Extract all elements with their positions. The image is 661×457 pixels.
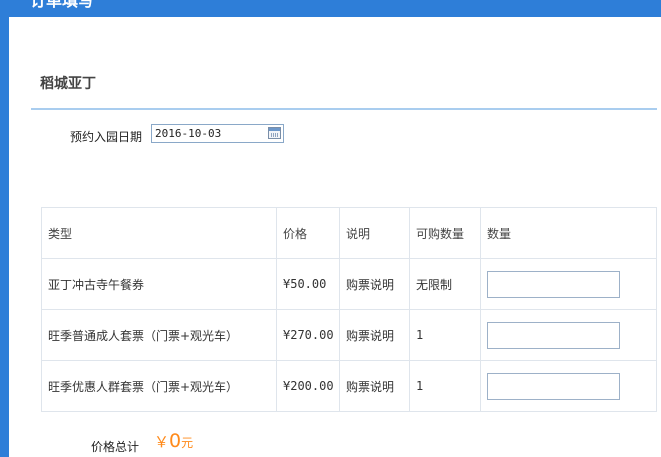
currency-unit: 元 [181,436,194,450]
section-divider [31,108,657,110]
quantity-input[interactable] [487,372,620,400]
visit-date-value: 2016-10-03 [155,127,222,140]
total-price: ￥0元 [154,430,193,452]
currency-symbol: ￥ [154,433,170,451]
quantity-input[interactable] [487,321,620,349]
purchase-limit: 1 [409,309,481,361]
header-price: 价格 [276,207,340,259]
header-limit: 可购数量 [409,207,481,259]
left-accent-bar [0,0,9,457]
ticket-type: 旺季优惠人群套票（门票+观光车） [41,360,277,412]
page-title: 订单填写 [30,0,95,10]
purchase-limit: 无限制 [409,258,481,310]
header-type: 类型 [41,207,277,259]
purchase-note-link[interactable]: 购票说明 [339,309,410,361]
table-row: 旺季优惠人群套票（门票+观光车） ¥200.00 购票说明 1 [41,360,657,412]
header-quantity: 数量 [480,207,657,259]
header-bar: 订单填写 [0,0,661,17]
quantity-input[interactable] [487,270,620,298]
ticket-table: 类型 价格 说明 可购数量 数量 亚丁冲古寺午餐券 ¥50.00 购票说明 无限… [41,207,657,412]
table-row: 旺季普通成人套票（门票+观光车） ¥270.00 购票说明 1 [41,309,657,361]
header-note: 说明 [339,207,410,259]
table-row: 亚丁冲古寺午餐券 ¥50.00 购票说明 无限制 [41,258,657,310]
date-label: 预约入园日期 [70,130,143,144]
visit-date-input[interactable]: 2016-10-03 [151,124,284,143]
ticket-price: ¥270.00 [276,309,340,361]
section-title: 稻城亚丁 [40,76,96,92]
ticket-price: ¥50.00 [276,258,340,310]
purchase-note-link[interactable]: 购票说明 [339,360,410,412]
total-amount: 0 [169,430,182,452]
purchase-note-link[interactable]: 购票说明 [339,258,410,310]
ticket-price: ¥200.00 [276,360,340,412]
ticket-type: 亚丁冲古寺午餐券 [41,258,277,310]
calendar-icon[interactable] [268,127,281,139]
total-label: 价格总计 [91,440,140,454]
purchase-limit: 1 [409,360,481,412]
ticket-type: 旺季普通成人套票（门票+观光车） [41,309,277,361]
table-header-row: 类型 价格 说明 可购数量 数量 [41,207,657,259]
